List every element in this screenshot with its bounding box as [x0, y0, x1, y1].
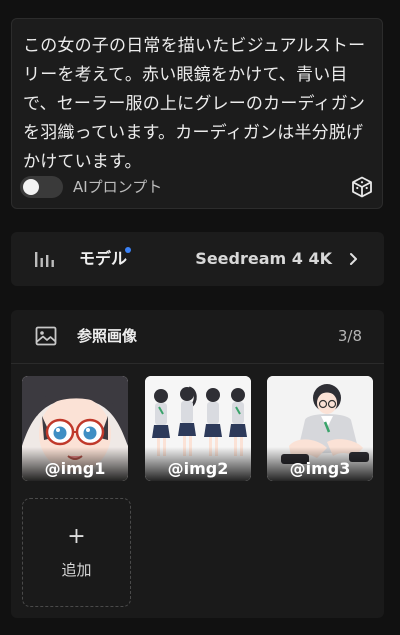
ai-prompt-label: AIプロンプト [73, 178, 163, 196]
reference-label: @img3 [267, 447, 373, 481]
plus-icon: + [67, 524, 86, 549]
reference-header: 参照画像 3/8 [11, 310, 384, 364]
add-reference-button[interactable]: + 追加 [22, 498, 131, 607]
prompt-textarea[interactable]: この女の子の日常を描いたビジュアルストーリーを考えて。赤い眼鏡をかけて、青い目で… [23, 32, 375, 177]
reference-count: 3/8 [337, 327, 362, 345]
reference-thumbnail[interactable]: @img1 [22, 376, 128, 481]
reference-title: 参照画像 [77, 327, 138, 345]
model-selector[interactable]: モデル Seedream 4 4K [11, 232, 384, 286]
toggle-knob [23, 179, 39, 195]
bar-chart-icon [35, 252, 54, 267]
reference-thumbnail[interactable]: @img2 [145, 376, 251, 481]
add-label: 追加 [61, 561, 92, 579]
generation-panel: この女の子の日常を描いたビジュアルストーリーを考えて。赤い眼鏡をかけて、青い目で… [0, 0, 400, 635]
reference-label: @img1 [22, 447, 128, 481]
prompt-card[interactable]: この女の子の日常を描いたビジュアルストーリーを考えて。赤い眼鏡をかけて、青い目で… [11, 18, 383, 209]
new-indicator-dot [125, 247, 131, 253]
ai-prompt-toggle[interactable] [20, 176, 63, 198]
model-label: モデル [79, 249, 128, 268]
reference-thumbnail[interactable]: @img3 [267, 376, 373, 481]
image-icon [35, 326, 57, 346]
reference-images-panel: 参照画像 3/8 @img1 @img2 @img3 + 追加 [11, 310, 384, 618]
reference-label: @img2 [145, 447, 251, 481]
dice-cube-icon[interactable] [350, 175, 374, 199]
model-value: Seedream 4 4K [195, 249, 332, 268]
chevron-right-icon [350, 253, 357, 265]
